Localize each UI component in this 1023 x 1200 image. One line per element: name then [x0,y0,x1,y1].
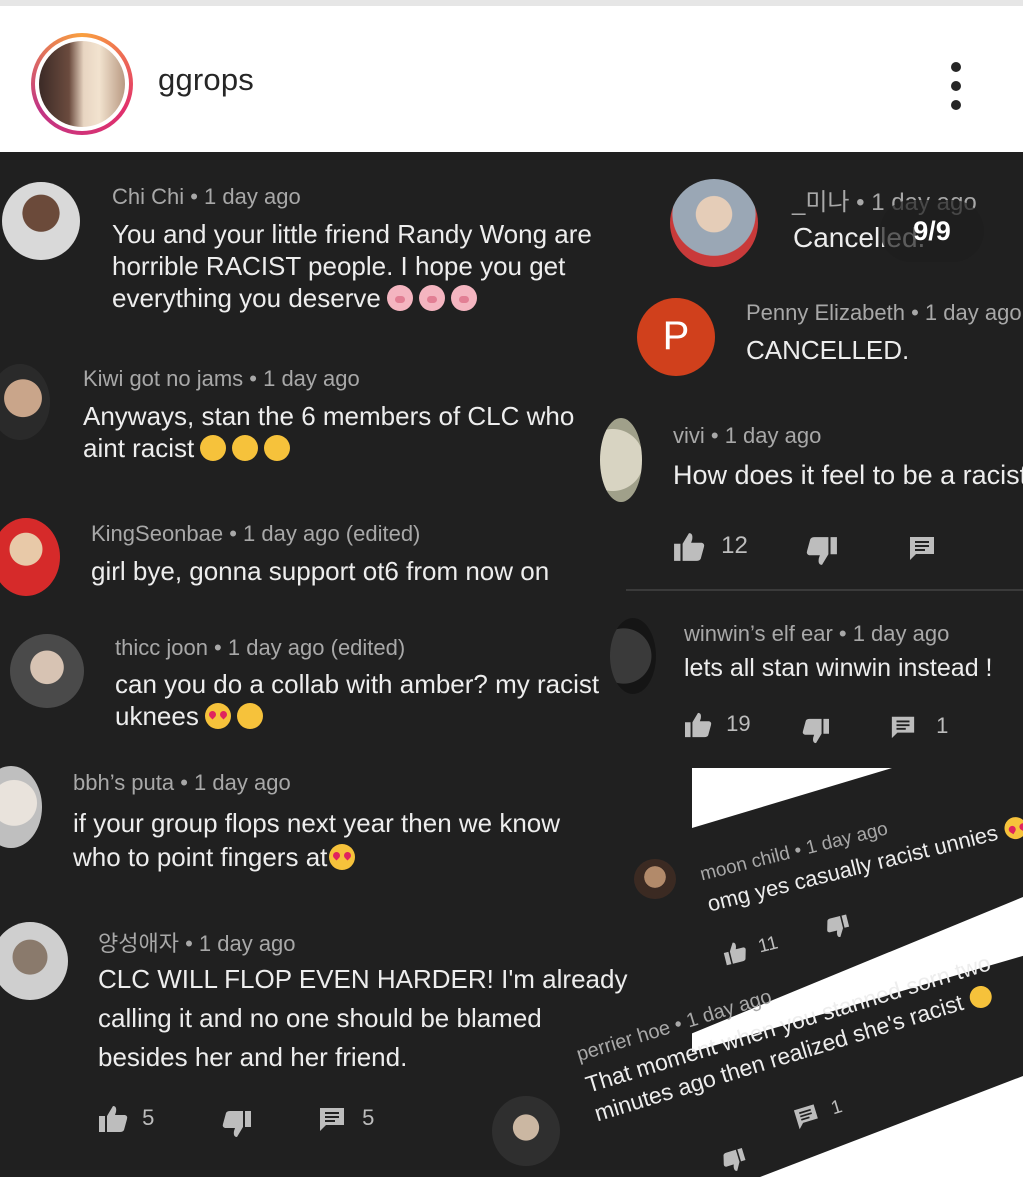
comment-author-time: Kiwi got no jams • 1 day ago [83,366,360,391]
heart-eyes-emoji [204,703,231,729]
comment-text: lets all stan winwin instead ! [684,654,993,682]
commenter-avatar [0,922,68,1000]
profile-avatar[interactable] [31,33,133,135]
like-button[interactable]: 19 [684,711,751,738]
commenter-avatar [600,418,642,502]
star-struck-emoji [232,435,259,461]
reply-button[interactable]: 5 [318,1105,374,1133]
pig-emoji [386,285,413,311]
comment-author-time: 양성애자 • 1 day ago [98,931,296,956]
pig-emoji [418,285,445,311]
pig-emoji [450,285,477,311]
commenter-avatar [610,618,656,694]
commenter-avatar [0,364,50,440]
star-struck-emoji [200,435,227,461]
dislike-button[interactable] [806,536,838,566]
commenter-avatar [10,634,84,708]
commenter-avatar [670,179,758,267]
screenshot-edge [692,768,892,828]
reply-button[interactable]: 1 [791,1092,845,1130]
commenter-avatar [634,859,676,899]
like-button[interactable]: 11 [720,927,786,966]
dislike-button[interactable] [719,1144,750,1176]
post-image[interactable]: Chi Chi • 1 day ago You and your little … [0,152,1023,1177]
heart-eyes-emoji [329,844,356,870]
comment-text: Anyways, stan the 6 members of CLC who a… [83,401,575,463]
commenter-avatar [492,1096,560,1166]
grimacing-emoji [967,983,995,1011]
comment-text: CLC WILL FLOP EVEN HARDER! I'm already c… [98,964,628,1072]
comment-author-time: vivi • 1 day ago [673,423,822,448]
reply-button[interactable] [908,534,936,562]
comment-text: if your group flops next year then we kn… [73,808,561,872]
commenter-avatar: P [637,298,715,376]
comment-text: CANCELLED. [746,335,910,365]
rotated-actions: 1 [724,1092,845,1152]
rotated-actions: 11 [720,911,852,968]
comment-text: You and your little friend Randy Wong ar… [112,219,592,313]
commenter-avatar [2,182,80,260]
comment-author-time: bbh’s puta • 1 day ago [73,770,291,795]
comment-author-time: thicc joon • 1 day ago (edited) [115,635,406,660]
more-options-icon[interactable] [940,58,972,114]
comment-author-time: Chi Chi • 1 day ago [112,184,301,209]
carousel-counter: 9/9 [880,200,984,262]
star-struck-emoji [264,435,291,461]
rotated-comment: perrier hoe • 1 day ago That moment when… [574,922,1003,1129]
dislike-button[interactable] [802,717,830,744]
like-button[interactable]: 5 [98,1105,154,1133]
section-divider [626,589,1023,591]
avatar-photo [39,41,125,127]
heart-eyes-emoji [1002,814,1023,842]
dislike-button[interactable] [222,1110,252,1138]
comment-author-time: Penny Elizabeth • 1 day ago [746,300,1022,325]
reply-button[interactable]: 1 [890,713,948,740]
commenter-avatar [0,518,60,596]
tired-face-emoji [236,703,263,729]
bottom-strip [0,1177,1023,1200]
dislike-button[interactable] [823,911,852,941]
comment-author-time: KingSeonbae • 1 day ago (edited) [91,521,421,546]
comment-text: girl bye, gonna support ot6 from now on [91,556,550,586]
comment-text: can you do a collab with amber? my racis… [115,669,600,731]
comment-author-time: winwin’s elf ear • 1 day ago [684,621,950,646]
like-button[interactable]: 12 [673,532,748,562]
comment-text: How does it feel to be a racist [673,460,1023,490]
username[interactable]: ggrops [158,62,254,98]
post-header: ggrops [0,6,1023,152]
commenter-avatar [0,766,42,848]
